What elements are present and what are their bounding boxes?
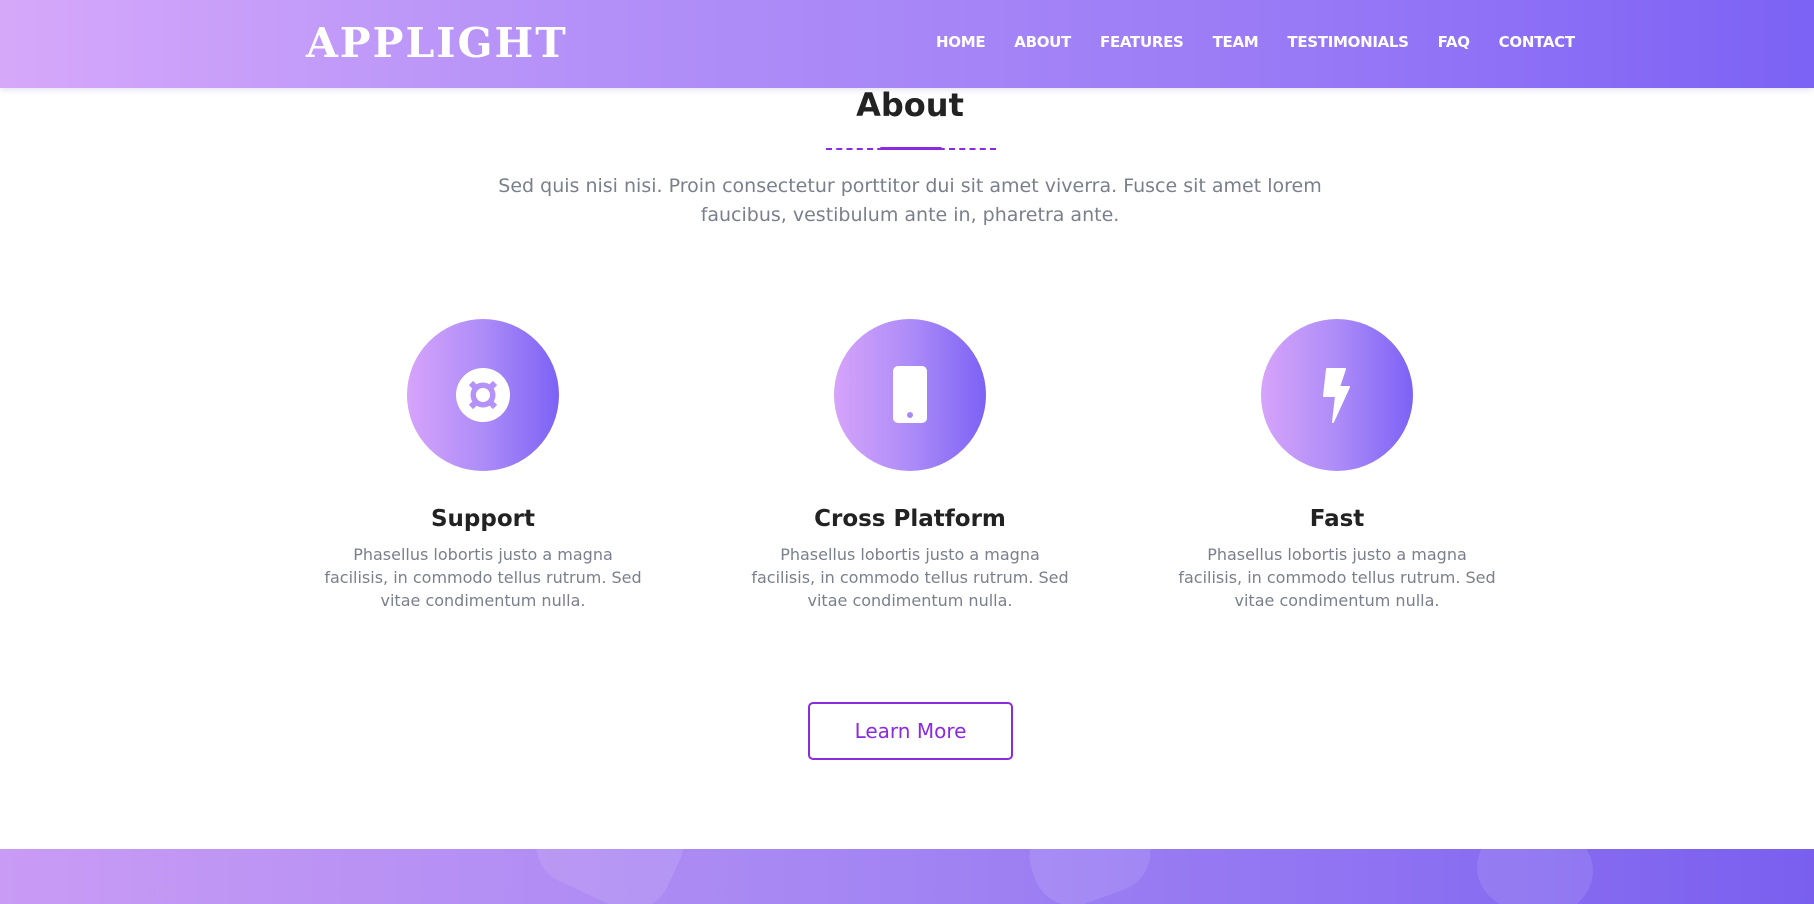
nav-item-testimonials[interactable]: TESTIMONIALS xyxy=(1287,33,1409,51)
nav-item-faq[interactable]: FAQ xyxy=(1438,33,1470,51)
next-section-banner xyxy=(0,849,1814,904)
top-navbar: APPLIGHT HOME ABOUT FEATURES TEAM TESTIM… xyxy=(0,0,1814,88)
feature-title: Fast xyxy=(1309,506,1365,532)
nav-item-home[interactable]: HOME xyxy=(936,33,986,51)
lifebuoy-icon xyxy=(456,368,510,422)
feature-text: Phasellus lobortis justo a magna facilis… xyxy=(1178,545,1496,610)
nav-item-contact[interactable]: CONTACT xyxy=(1499,33,1575,51)
feature-cross-platform: Cross Platform Phasellus lobortis justo … xyxy=(750,319,1070,612)
nav-item-features[interactable]: FEATURES xyxy=(1100,33,1184,51)
mobile-icon xyxy=(893,366,927,423)
learn-more-button[interactable]: Learn More xyxy=(808,702,1013,760)
lightning-icon xyxy=(1323,368,1350,423)
decorative-shape xyxy=(1460,849,1610,904)
section-title: About xyxy=(856,86,964,124)
title-divider xyxy=(826,147,996,151)
divider-solid-accent xyxy=(880,147,942,150)
main-nav: HOME ABOUT FEATURES TEAM TESTIMONIALS FA… xyxy=(936,33,1575,51)
feature-support: Support Phasellus lobortis justo a magna… xyxy=(323,319,643,612)
decorative-shape xyxy=(523,849,697,904)
decorative-shape xyxy=(1018,849,1162,904)
feature-icon-circle xyxy=(407,319,559,471)
brand-logo[interactable]: APPLIGHT xyxy=(306,20,568,66)
feature-title: Cross Platform xyxy=(814,506,1006,532)
feature-icon-circle xyxy=(834,319,986,471)
nav-item-about[interactable]: ABOUT xyxy=(1014,33,1071,51)
nav-item-team[interactable]: TEAM xyxy=(1213,33,1259,51)
feature-title: Support xyxy=(430,506,535,532)
feature-text: Phasellus lobortis justo a magna facilis… xyxy=(324,545,642,610)
section-intro: Sed quis nisi nisi. Proin consectetur po… xyxy=(498,175,1322,226)
feature-icon-circle xyxy=(1261,319,1413,471)
feature-fast: Fast Phasellus lobortis justo a magna fa… xyxy=(1177,319,1497,612)
feature-text: Phasellus lobortis justo a magna facilis… xyxy=(751,545,1069,610)
